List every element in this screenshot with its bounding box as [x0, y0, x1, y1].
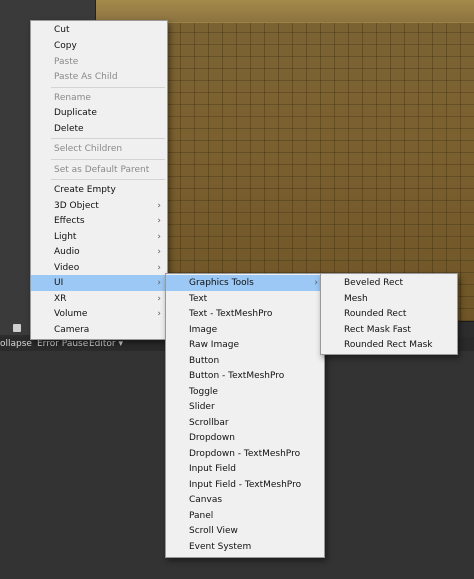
menu-item-label: Audio [54, 247, 80, 257]
menu-item-label: UI [54, 278, 64, 288]
submenu-item-input-field[interactable]: Input Field [166, 461, 324, 477]
chevron-right-icon: › [157, 216, 161, 226]
menu-item-duplicate[interactable]: Duplicate [31, 105, 167, 121]
menu-item-paste-as-child: Paste As Child [54, 72, 118, 82]
submenu-item-raw-image[interactable]: Raw Image [166, 337, 324, 353]
submenu-item-rect-mask-fast[interactable]: Rect Mask Fast [321, 322, 457, 338]
collapse-button[interactable]: ollapse [0, 339, 32, 349]
menu-separator [51, 179, 165, 180]
menu-item-label: XR [54, 294, 67, 304]
menu-item-camera[interactable]: Camera [31, 322, 167, 338]
error-pause-button[interactable]: Error Pause [37, 339, 88, 349]
menu-item-select-children: Select Children [54, 144, 123, 154]
menu-item-cut[interactable]: Cut [31, 22, 167, 38]
context-menu: Cut Copy Paste Paste As Child Rename Dup… [30, 20, 168, 340]
chevron-right-icon: › [157, 278, 161, 288]
chevron-right-icon: › [314, 278, 318, 288]
submenu-item-rounded-rect-mask[interactable]: Rounded Rect Mask [321, 337, 457, 353]
console-icon [13, 324, 21, 332]
submenu-item-scroll-view[interactable]: Scroll View [166, 523, 324, 539]
menu-separator [51, 87, 165, 88]
submenu-item-panel[interactable]: Panel [166, 508, 324, 524]
chevron-right-icon: › [157, 294, 161, 304]
submenu-item-beveled-rect[interactable]: Beveled Rect [321, 275, 457, 291]
menu-item-label: Light [54, 232, 77, 242]
chevron-right-icon: › [157, 247, 161, 257]
menu-item-light[interactable]: Light › [31, 229, 167, 245]
menu-separator [51, 159, 165, 160]
submenu-item-dropdown-tmp[interactable]: Dropdown - TextMeshPro [166, 446, 324, 462]
graphics-tools-submenu: Beveled Rect Mesh Rounded Rect Rect Mask… [320, 273, 458, 355]
submenu-item-event-system[interactable]: Event System [166, 539, 324, 555]
menu-item-rename: Rename [54, 93, 91, 103]
submenu-item-toggle[interactable]: Toggle [166, 384, 324, 400]
submenu-item-input-field-tmp[interactable]: Input Field - TextMeshPro [166, 477, 324, 493]
submenu-item-mesh[interactable]: Mesh [321, 291, 457, 307]
ui-submenu: Graphics Tools › Text Text - TextMeshPro… [165, 273, 325, 558]
editor-dropdown[interactable]: Editor ▾ [89, 339, 123, 349]
menu-item-copy[interactable]: Copy [31, 38, 167, 54]
menu-item-3d-object[interactable]: 3D Object › [31, 198, 167, 214]
menu-item-paste: Paste [54, 57, 79, 67]
menu-item-audio[interactable]: Audio › [31, 244, 167, 260]
chevron-right-icon: › [157, 201, 161, 211]
menu-item-effects[interactable]: Effects › [31, 213, 167, 229]
menu-item-volume[interactable]: Volume › [31, 306, 167, 322]
submenu-item-dropdown[interactable]: Dropdown [166, 430, 324, 446]
menu-item-xr[interactable]: XR › [31, 291, 167, 307]
submenu-item-text-tmp[interactable]: Text - TextMeshPro [166, 306, 324, 322]
menu-item-label: 3D Object [54, 201, 99, 211]
menu-item-label: Effects [54, 216, 85, 226]
menu-item-video[interactable]: Video › [31, 260, 167, 276]
menu-item-label: Graphics Tools [189, 278, 254, 288]
menu-separator [51, 138, 165, 139]
menu-item-label: Video [54, 263, 80, 273]
submenu-item-scrollbar[interactable]: Scrollbar [166, 415, 324, 431]
submenu-item-button[interactable]: Button [166, 353, 324, 369]
submenu-item-canvas[interactable]: Canvas [166, 492, 324, 508]
menu-item-set-default-parent: Set as Default Parent [54, 165, 150, 175]
submenu-item-slider[interactable]: Slider [166, 399, 324, 415]
chevron-right-icon: › [157, 263, 161, 273]
submenu-item-button-tmp[interactable]: Button - TextMeshPro [166, 368, 324, 384]
chevron-down-icon: ▾ [118, 339, 124, 349]
submenu-item-text[interactable]: Text [166, 291, 324, 307]
chevron-right-icon: › [157, 232, 161, 242]
console-tab[interactable] [0, 321, 30, 335]
menu-item-create-empty[interactable]: Create Empty [31, 182, 167, 198]
menu-item-delete[interactable]: Delete [31, 121, 167, 137]
submenu-item-rounded-rect[interactable]: Rounded Rect [321, 306, 457, 322]
submenu-item-graphics-tools[interactable]: Graphics Tools › [166, 275, 324, 291]
chevron-right-icon: › [157, 309, 161, 319]
submenu-item-image[interactable]: Image [166, 322, 324, 338]
editor-label: Editor [89, 339, 116, 349]
menu-item-label: Volume [54, 309, 88, 319]
menu-item-ui[interactable]: UI › [31, 275, 167, 291]
